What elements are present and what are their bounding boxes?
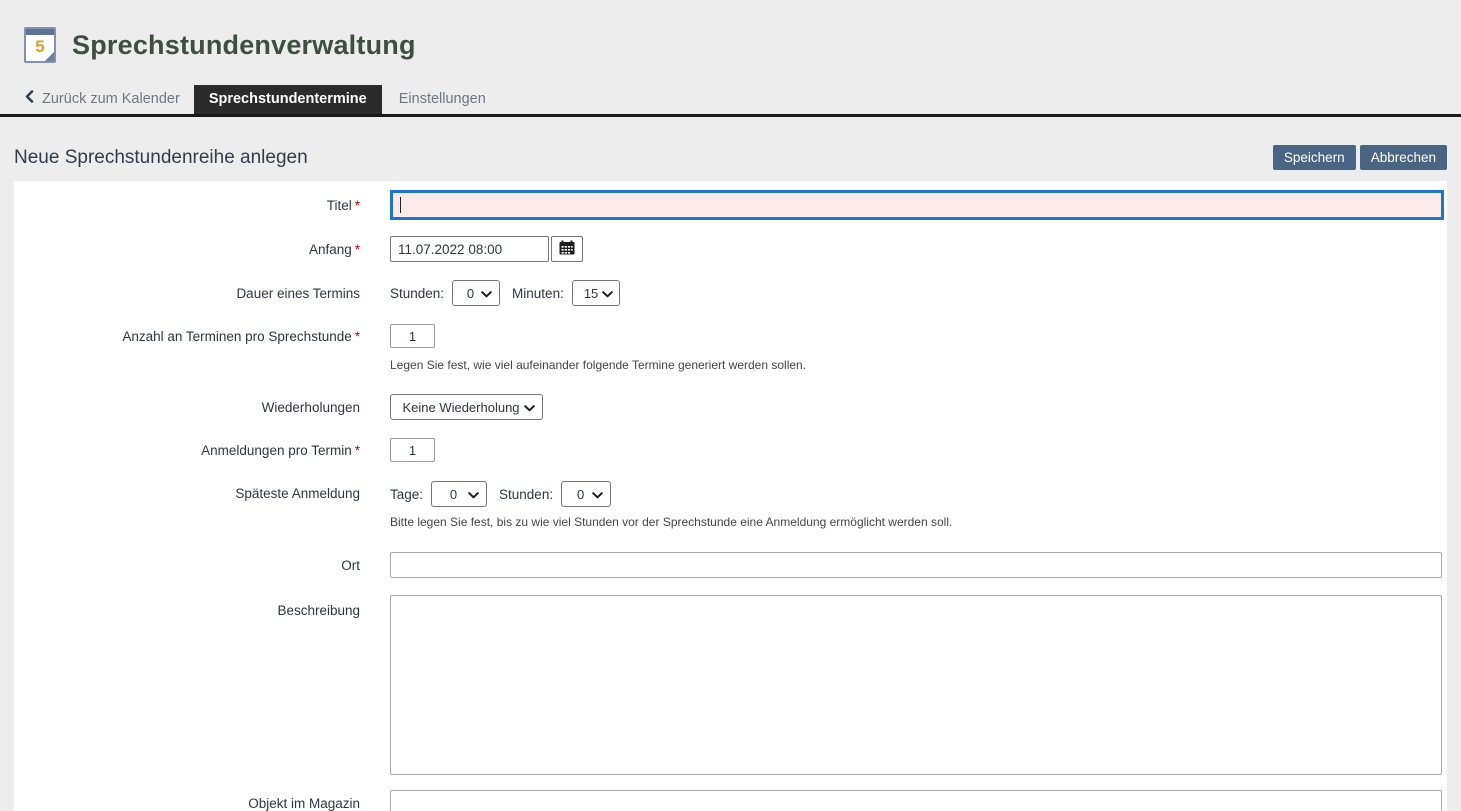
form-row-anmeldungen: Anmeldungen pro Termin*: [14, 438, 1447, 462]
calendar-grid-icon: [559, 240, 575, 258]
chevron-down-icon: [481, 286, 492, 301]
chevron-down-icon: [468, 487, 479, 502]
titel-input[interactable]: [390, 190, 1444, 220]
required-marker: *: [355, 198, 360, 213]
required-marker: *: [355, 329, 360, 344]
form-row-dauer: Dauer eines Termins Stunden: 0 Minuten: …: [14, 280, 1447, 306]
text-cursor: [400, 197, 401, 213]
dauer-label: Dauer eines Termins: [14, 286, 360, 301]
dauer-stunden-label: Stunden:: [390, 286, 444, 301]
spaeteste-tage-select[interactable]: 0: [431, 481, 487, 507]
form-row-beschreibung: Beschreibung: [14, 595, 1447, 780]
form-row-anzahl: Anzahl an Terminen pro Sprechstunde* Leg…: [14, 324, 1447, 372]
anzahl-input[interactable]: [390, 324, 435, 348]
tab-sprechstundentermine[interactable]: Sprechstundentermine: [194, 85, 382, 114]
form-row-wiederholungen: Wiederholungen Keine Wiederholung: [14, 394, 1447, 420]
chevron-down-icon: [592, 487, 603, 502]
app-header: 5 Sprechstundenverwaltung: [0, 0, 1461, 70]
form-row-titel: Titel*: [14, 181, 1447, 220]
page-heading-row: Neue Sprechstundenreihe anlegen Speicher…: [14, 145, 1447, 170]
form-row-spaeteste: Späteste Anmeldung Tage: 0 Stunden: 0 Bi…: [14, 481, 1447, 529]
form-row-anfang: Anfang*: [14, 236, 1447, 262]
calendar-icon-topbar: [26, 29, 54, 35]
spaeteste-help-text: Bitte legen Sie fest, bis zu wie viel St…: [390, 515, 1442, 529]
spaeteste-tage-label: Tage:: [390, 487, 423, 502]
anmeldungen-input[interactable]: [390, 438, 435, 462]
ort-input[interactable]: [390, 552, 1442, 578]
spaeteste-stunden-label: Stunden:: [499, 487, 553, 502]
form-row-ort: Ort: [14, 552, 1447, 578]
action-buttons: Speichern Abbrechen: [1273, 145, 1447, 170]
anfang-label: Anfang*: [14, 242, 360, 257]
form-panel: Titel* Anfang*: [14, 181, 1447, 811]
required-marker: *: [355, 242, 360, 257]
save-button[interactable]: Speichern: [1273, 145, 1356, 170]
page-title: Neue Sprechstundenreihe anlegen: [14, 147, 308, 169]
cancel-button[interactable]: Abbrechen: [1360, 145, 1447, 170]
anmeldungen-label: Anmeldungen pro Termin*: [14, 443, 360, 458]
datepicker-button[interactable]: [551, 236, 583, 262]
calendar-icon: 5: [24, 27, 56, 63]
spaeteste-stunden-select[interactable]: 0: [561, 481, 611, 507]
wiederholungen-label: Wiederholungen: [14, 400, 360, 415]
wiederholungen-select[interactable]: Keine Wiederholung: [390, 394, 543, 420]
app-title: Sprechstundenverwaltung: [72, 30, 416, 61]
objekt-input[interactable]: [390, 790, 1442, 811]
chevron-left-icon: [24, 90, 34, 107]
beschreibung-textarea[interactable]: [390, 595, 1442, 775]
dauer-minuten-select[interactable]: 15: [572, 280, 620, 306]
calendar-icon-fold: [44, 51, 55, 62]
titel-label: Titel*: [14, 198, 360, 213]
tab-bar: Zurück zum Kalender Sprechstundentermine…: [0, 86, 1461, 117]
tab-einstellungen[interactable]: Einstellungen: [384, 85, 501, 114]
required-marker: *: [355, 443, 360, 458]
form-row-objekt: Objekt im Magazin: [14, 790, 1447, 811]
objekt-label: Objekt im Magazin: [14, 796, 360, 811]
anzahl-help-text: Legen Sie fest, wie viel aufeinander fol…: [390, 358, 1442, 372]
chevron-down-icon: [602, 286, 613, 301]
spaeteste-label: Späteste Anmeldung: [14, 481, 360, 501]
beschreibung-label: Beschreibung: [14, 595, 360, 618]
dauer-stunden-select[interactable]: 0: [452, 280, 500, 306]
chevron-down-icon: [524, 400, 535, 415]
anzahl-label: Anzahl an Terminen pro Sprechstunde*: [14, 324, 360, 344]
dauer-minuten-label: Minuten:: [512, 286, 564, 301]
ort-label: Ort: [14, 558, 360, 573]
back-to-calendar-link[interactable]: Zurück zum Kalender: [0, 90, 194, 114]
back-link-label: Zurück zum Kalender: [42, 91, 180, 107]
anfang-date-input[interactable]: [390, 236, 549, 262]
